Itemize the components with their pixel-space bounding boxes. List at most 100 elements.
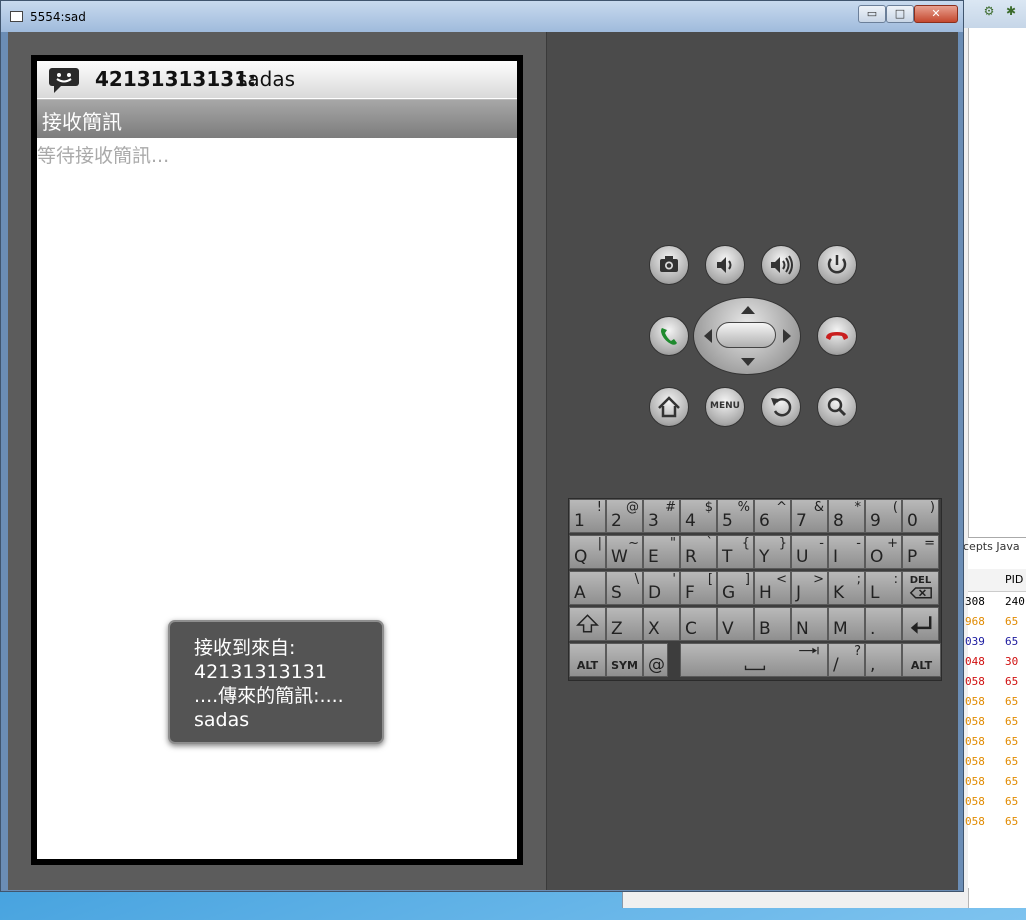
log-row[interactable]: 058 65: [965, 712, 1026, 732]
key-shift-label: ~: [628, 536, 639, 551]
volume-up-button[interactable]: [761, 245, 801, 285]
waiting-text: 等待接收簡訊...: [37, 145, 170, 167]
log-row[interactable]: 308 240: [965, 592, 1026, 612]
key-shift-label: :: [893, 572, 898, 587]
power-button[interactable]: [817, 245, 857, 285]
dpad-down-icon[interactable]: [741, 358, 755, 366]
dpad-right-icon[interactable]: [783, 329, 791, 343]
space-key[interactable]: [680, 643, 828, 677]
volume-down-button[interactable]: [705, 245, 745, 285]
key-m[interactable]: M: [828, 607, 865, 641]
dpad-up-icon[interactable]: [741, 306, 755, 314]
key-n[interactable]: N: [791, 607, 828, 641]
delete-key[interactable]: DEL: [902, 571, 939, 605]
comma-key[interactable]: ,: [865, 643, 902, 677]
shift-key[interactable]: [569, 607, 606, 641]
key-o[interactable]: O +: [865, 535, 902, 569]
key-1[interactable]: 1!: [569, 499, 606, 533]
toolbar-debug-icon[interactable]: ✱: [1003, 3, 1019, 19]
key-p[interactable]: P =: [902, 535, 939, 569]
key-k[interactable]: K;: [828, 571, 865, 605]
end-call-button[interactable]: [817, 316, 857, 356]
alt-key-right[interactable]: ALT: [902, 643, 941, 677]
key-f[interactable]: F[: [680, 571, 717, 605]
key-shift-label: -: [856, 536, 861, 551]
key-b[interactable]: B: [754, 607, 791, 641]
log-row[interactable]: 058 65: [965, 672, 1026, 692]
toast-line-3: ....傳來的簡訊:....: [194, 685, 344, 707]
key-6[interactable]: 6 ^: [754, 499, 791, 533]
enter-key[interactable]: [902, 607, 939, 641]
key-shift-label: %: [737, 500, 750, 515]
window-titlebar: 5554:sad ▭ □ ✕: [1, 1, 963, 32]
key-g[interactable]: G]: [717, 571, 754, 605]
minimize-button[interactable]: ▭: [858, 5, 886, 23]
key-shift-label: ': [672, 572, 676, 587]
key-a[interactable]: A: [569, 571, 606, 605]
key-s[interactable]: S \: [606, 571, 643, 605]
key-3[interactable]: 3 #: [643, 499, 680, 533]
log-row[interactable]: 058 65: [965, 812, 1026, 832]
key-y[interactable]: Y}: [754, 535, 791, 569]
key-period[interactable]: .: [865, 607, 902, 641]
at-key[interactable]: @: [643, 643, 668, 677]
dpad[interactable]: [693, 297, 801, 375]
key-j[interactable]: J >: [791, 571, 828, 605]
key-5[interactable]: 5%: [717, 499, 754, 533]
key-label: U: [796, 547, 809, 567]
toolbar-tool-icon[interactable]: ⚙: [981, 3, 997, 19]
key-w[interactable]: W ~: [606, 535, 643, 569]
emulator-window: 5554:sad ▭ □ ✕ 42131313131: sadas 接收簡訊 等…: [0, 0, 964, 892]
alt-key-left[interactable]: ALT: [569, 643, 606, 677]
key-v[interactable]: V: [717, 607, 754, 641]
key-d[interactable]: D ': [643, 571, 680, 605]
search-button[interactable]: [817, 387, 857, 427]
log-row[interactable]: 039 65: [965, 632, 1026, 652]
key-h[interactable]: H <: [754, 571, 791, 605]
key-label: W: [611, 547, 628, 567]
key-x[interactable]: X: [643, 607, 680, 641]
screen-panel: 42131313131: sadas 接收簡訊 等待接收簡訊... 接收到來自:…: [8, 32, 547, 890]
log-row[interactable]: 058 65: [965, 732, 1026, 752]
key-c[interactable]: C: [680, 607, 717, 641]
key-t[interactable]: T{: [717, 535, 754, 569]
key-label: ALT: [576, 659, 599, 672]
slash-key[interactable]: /?: [828, 643, 865, 677]
notification-bar[interactable]: 42131313131: sadas: [37, 61, 517, 98]
log-row[interactable]: 058 65: [965, 752, 1026, 772]
key-z[interactable]: Z: [606, 607, 643, 641]
camera-button[interactable]: [649, 245, 689, 285]
menu-button[interactable]: MENU: [705, 387, 745, 427]
key-9[interactable]: 9(: [865, 499, 902, 533]
logcat-tab[interactable]: cepts Java: [963, 540, 1020, 553]
close-button[interactable]: ✕: [914, 5, 958, 23]
phone-call-icon: [661, 328, 677, 345]
key-4[interactable]: 4 $: [680, 499, 717, 533]
key-r[interactable]: R `: [680, 535, 717, 569]
back-button[interactable]: [761, 387, 801, 427]
key-0[interactable]: 0): [902, 499, 939, 533]
key-e[interactable]: E ": [643, 535, 680, 569]
log-row[interactable]: 058 65: [965, 792, 1026, 812]
key-8[interactable]: 8 *: [828, 499, 865, 533]
key-7[interactable]: 7 &: [791, 499, 828, 533]
dpad-left-icon[interactable]: [704, 329, 712, 343]
key-shift-label: <: [776, 572, 787, 587]
key-q[interactable]: Q |: [569, 535, 606, 569]
log-row[interactable]: 058 65: [965, 772, 1026, 792]
key-shift-label: \: [634, 572, 639, 587]
key-2[interactable]: 2 @: [606, 499, 643, 533]
device-screen[interactable]: 42131313131: sadas 接收簡訊 等待接收簡訊... 接收到來自:…: [37, 61, 517, 859]
call-button[interactable]: [649, 316, 689, 356]
maximize-button[interactable]: □: [886, 5, 914, 23]
log-row[interactable]: 058 65: [965, 692, 1026, 712]
home-button[interactable]: [649, 387, 689, 427]
dpad-center-button[interactable]: [716, 322, 776, 348]
sym-key[interactable]: SYM: [606, 643, 643, 677]
key-i[interactable]: I-: [828, 535, 865, 569]
emulator-frame: 42131313131: sadas 接收簡訊 等待接收簡訊... 接收到來自:…: [8, 32, 958, 890]
log-row[interactable]: 968 65: [965, 612, 1026, 632]
key-u[interactable]: U-: [791, 535, 828, 569]
key-l[interactable]: L:: [865, 571, 902, 605]
log-row[interactable]: 048 30: [965, 652, 1026, 672]
